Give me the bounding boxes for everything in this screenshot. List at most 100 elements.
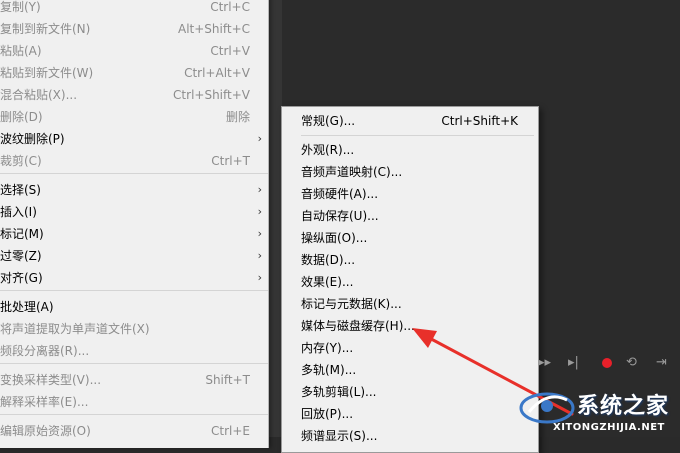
- menu-separator: [0, 173, 268, 174]
- preferences-item-5[interactable]: 自动保存(U)...: [282, 205, 538, 227]
- submenu-arrow-icon: ›: [257, 249, 262, 262]
- transport-controls: ▸▸ ▸| ⟲ ⇥: [538, 352, 680, 374]
- edit-menu-item-14[interactable]: 批处理(A): [0, 296, 268, 318]
- edit-menu-item-10[interactable]: 插入(I) ›: [0, 201, 268, 223]
- preferences-item-label: 多轨剪辑(L)...: [301, 385, 377, 399]
- edit-menu-item-15: 将声道提取为单声道文件(X): [0, 318, 268, 340]
- preferences-item-label: 音频声道映射(C)...: [301, 165, 403, 179]
- fast-forward-icon[interactable]: ▸▸: [538, 352, 551, 374]
- edit-menu-item-label: 粘贴(A): [0, 44, 42, 58]
- submenu-arrow-icon: ›: [257, 227, 262, 240]
- edit-menu-item-label: 波纹删除(P): [0, 132, 65, 146]
- edit-menu-item-3: 粘贴(A) Ctrl+V: [0, 40, 268, 62]
- preferences-item-label: 效果(E)...: [301, 275, 354, 289]
- edit-menu-item-shortcut: Shift+T: [205, 373, 250, 387]
- edit-menu-item-shortcut: Ctrl+Alt+V: [184, 66, 250, 80]
- edit-menu-item-9[interactable]: 选择(S) ›: [0, 179, 268, 201]
- preferences-item-label: 常规(G)...: [301, 114, 356, 128]
- edit-menu-item-7[interactable]: 波纹删除(P) ›: [0, 128, 268, 150]
- preferences-item-label: 内存(Y)...: [301, 341, 354, 355]
- preferences-item-14[interactable]: 回放(P)...: [282, 403, 538, 425]
- menu-separator: [0, 363, 268, 364]
- menu-separator: [301, 135, 534, 136]
- preferences-item-label: 回放(P)...: [301, 407, 354, 421]
- preferences-item-label: 外观(R)...: [301, 143, 355, 157]
- edit-menu-item-18: 解释采样率(E)...: [0, 391, 268, 413]
- watermark-url: XITONGZHIJIA.NET: [553, 422, 665, 433]
- preferences-item-shortcut: Ctrl+Shift+K: [441, 114, 518, 128]
- edit-menu-item-shortcut: Ctrl+Shift+V: [173, 88, 250, 102]
- preferences-item-label: 操纵面(O)...: [301, 231, 368, 245]
- edit-menu-item-shortcut: Ctrl+C: [210, 0, 250, 14]
- panel-divider: [268, 0, 282, 437]
- edit-menu-item-8: 裁剪(C) Ctrl+T: [0, 150, 268, 172]
- edit-menu-item-label: 裁剪(C): [0, 154, 42, 168]
- preferences-item-label: 自动保存(U)...: [301, 209, 379, 223]
- edit-menu-item-label: 删除(D): [0, 110, 43, 124]
- record-button[interactable]: [602, 358, 612, 368]
- submenu-arrow-icon: ›: [257, 271, 262, 284]
- submenu-arrow-icon: ›: [257, 183, 262, 196]
- preferences-item-1[interactable]: 常规(G)... Ctrl+Shift+K: [282, 110, 538, 132]
- edit-menu-item-label: 解释采样率(E)...: [0, 395, 89, 409]
- edit-menu-item-label: 变换采样类型(V)...: [0, 373, 102, 387]
- menu-separator: [0, 414, 268, 415]
- preferences-item-12[interactable]: 多轨(M)...: [282, 359, 538, 381]
- preferences-item-11[interactable]: 内存(Y)...: [282, 337, 538, 359]
- preferences-submenu: 常规(G)... Ctrl+Shift+K 外观(R)... 音频声道映射(C)...…: [281, 106, 539, 453]
- preferences-item-2[interactable]: 外观(R)...: [282, 139, 538, 161]
- preferences-item-10[interactable]: 媒体与磁盘缓存(H)...: [282, 315, 538, 337]
- watermark-logo-icon: [519, 392, 575, 424]
- edit-menu-item-label: 将声道提取为单声道文件(X): [0, 322, 150, 336]
- preferences-item-label: 音频硬件(A)...: [301, 187, 379, 201]
- edit-menu-item-label: 过零(Z): [0, 249, 42, 263]
- edit-menu-item-16: 频段分离器(R)...: [0, 340, 268, 362]
- preferences-item-8[interactable]: 效果(E)...: [282, 271, 538, 293]
- watermark: 系统之家 XITONGZHIJIA.NET: [515, 382, 680, 437]
- edit-menu-item-13[interactable]: 对齐(G) ›: [0, 267, 268, 289]
- edit-menu-item-shortcut: Ctrl+V: [210, 44, 250, 58]
- edit-menu-item-11[interactable]: 标记(M) ›: [0, 223, 268, 245]
- preferences-item-label: 频谱显示(S)...: [301, 429, 378, 443]
- edit-menu: 复制(Y) Ctrl+C 复制到新文件(N) Alt+Shift+C 粘贴(A) Ctrl…: [0, 0, 269, 448]
- edit-menu-item-label: 频段分离器(R)...: [0, 344, 90, 358]
- edit-menu-item-shortcut: 删除: [225, 110, 250, 124]
- submenu-arrow-icon: ›: [257, 132, 262, 145]
- edit-menu-item-17: 变换采样类型(V)... Shift+T: [0, 369, 268, 391]
- preferences-item-3[interactable]: 音频声道映射(C)...: [282, 161, 538, 183]
- edit-menu-item-shortcut: Alt+Shift+C: [177, 22, 250, 36]
- edit-menu-item-shortcut: Ctrl+T: [211, 154, 250, 168]
- edit-menu-item-6: 删除(D) 删除: [0, 106, 268, 128]
- edit-menu-item-12[interactable]: 过零(Z) ›: [0, 245, 268, 267]
- edit-menu-item-1: 复制(Y) Ctrl+C: [0, 0, 268, 18]
- edit-menu-item-label: 复制(Y): [0, 0, 41, 14]
- edit-menu-item-label: 粘贴到新文件(W): [0, 66, 94, 80]
- loop-icon[interactable]: ⟲: [626, 352, 637, 374]
- skip-selection-icon[interactable]: ⇥: [656, 352, 667, 374]
- edit-menu-item-2: 复制到新文件(N) Alt+Shift+C: [0, 18, 268, 40]
- edit-menu-item-shortcut: Ctrl+E: [211, 424, 250, 438]
- watermark-name: 系统之家: [577, 394, 670, 419]
- preferences-item-label: 多轨(M)...: [301, 363, 357, 377]
- preferences-item-13[interactable]: 多轨剪辑(L)...: [282, 381, 538, 403]
- preferences-item-label: 媒体与磁盘缓存(H)...: [301, 319, 415, 333]
- edit-menu-item-19: 编辑原始资源(O) Ctrl+E: [0, 420, 268, 442]
- preferences-item-9[interactable]: 标记与元数据(K)...: [282, 293, 538, 315]
- edit-menu-item-5: 混合粘贴(X)... Ctrl+Shift+V: [0, 84, 268, 106]
- skip-to-end-icon[interactable]: ▸|: [568, 352, 579, 374]
- preferences-item-7[interactable]: 数据(D)...: [282, 249, 538, 271]
- submenu-arrow-icon: ›: [257, 205, 262, 218]
- edit-menu-item-4: 粘贴到新文件(W) Ctrl+Alt+V: [0, 62, 268, 84]
- menu-separator: [0, 290, 268, 291]
- edit-menu-item-label: 批处理(A): [0, 300, 54, 314]
- edit-menu-item-label: 标记(M): [0, 227, 44, 241]
- preferences-item-15[interactable]: 频谱显示(S)...: [282, 425, 538, 447]
- preferences-item-label: 标记与元数据(K)...: [301, 297, 402, 311]
- edit-menu-item-label: 复制到新文件(N): [0, 22, 91, 36]
- preferences-item-4[interactable]: 音频硬件(A)...: [282, 183, 538, 205]
- preferences-item-6[interactable]: 操纵面(O)...: [282, 227, 538, 249]
- edit-menu-item-label: 选择(S): [0, 183, 41, 197]
- edit-menu-item-label: 对齐(G): [0, 271, 43, 285]
- preferences-item-label: 数据(D)...: [301, 253, 356, 267]
- edit-menu-item-label: 编辑原始资源(O): [0, 424, 91, 438]
